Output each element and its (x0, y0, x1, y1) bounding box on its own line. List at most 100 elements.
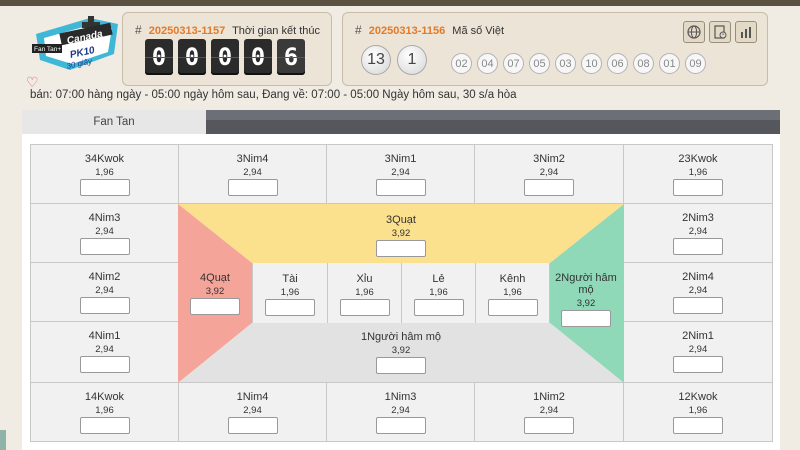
bet-cell[interactable]: 3Nim1 2,94 (326, 144, 475, 204)
bet-odds: 3,92 (205, 286, 225, 297)
countdown-digit: 6 (277, 39, 305, 75)
result-ball: 07 (503, 53, 524, 74)
hash-icon: # (135, 23, 142, 37)
bet-cell[interactable]: 1Nim3 2,94 (326, 382, 475, 442)
bet-amount-input[interactable] (673, 356, 723, 373)
bet-cell[interactable]: Lẻ 1,96 (401, 263, 475, 323)
bet-cell[interactable]: 4Nim1 2,94 (30, 321, 179, 383)
zone-left[interactable]: 4Quạt 3,92 (182, 272, 248, 315)
bet-amount-input[interactable] (190, 298, 240, 315)
bet-amount-input[interactable] (79, 238, 130, 255)
bet-cell[interactable]: 23Kwok 1,96 (623, 144, 773, 204)
canada-pk10-logo: Canada Fan Tan+ PK10 30 giây (32, 16, 118, 71)
side-handle (0, 430, 6, 450)
bet-odds: 1,96 (688, 405, 708, 416)
bet-name: 1Nim3 (384, 391, 417, 403)
bet-amount-input[interactable] (673, 417, 723, 434)
bet-amount-input[interactable] (227, 417, 278, 434)
bet-odds: 2,94 (688, 285, 708, 296)
bet-amount-input[interactable] (376, 357, 426, 374)
bet-cell[interactable]: 34Kwok 1,96 (30, 144, 179, 204)
tab-bar: Fan Tan (22, 110, 780, 134)
bet-amount-input[interactable] (79, 297, 130, 314)
countdown-digit: 0 (178, 39, 206, 75)
header: Canada Fan Tan+ PK10 30 giây ♡ # 2025031… (0, 6, 800, 90)
bet-odds: 2,94 (391, 167, 410, 178)
bet-odds: 2,94 (688, 226, 708, 237)
bet-amount-input[interactable] (227, 179, 278, 196)
countdown-digit: 0 (145, 39, 173, 75)
bet-cell[interactable]: 4Nim3 2,94 (30, 203, 179, 263)
betting-board: 34Kwok 1,96 3Nim4 2,94 3Nim1 2,94 3Nim2 … (22, 134, 780, 450)
bet-amount-input[interactable] (673, 238, 723, 255)
bet-name: 2Nim1 (682, 330, 714, 342)
result-ball: 09 (685, 53, 706, 74)
bet-odds: 2,94 (95, 344, 114, 355)
bet-cell[interactable]: 2Nim3 2,94 (623, 203, 773, 263)
bet-amount-input[interactable] (79, 179, 130, 196)
bet-amount-input[interactable] (673, 297, 723, 314)
bet-odds: 3,92 (391, 228, 411, 239)
bet-amount-input[interactable] (487, 299, 538, 316)
bet-cell[interactable]: Xỉu 1,96 (327, 263, 401, 323)
bet-odds: 2,94 (95, 226, 114, 237)
bet-cell[interactable]: 1Nim2 2,94 (474, 382, 624, 442)
bet-amount-input[interactable] (79, 417, 130, 434)
bet-cell[interactable]: 14Kwok 1,96 (30, 382, 179, 442)
globe-icon[interactable] (683, 21, 705, 43)
bet-name: 23Kwok (678, 153, 718, 165)
zone-top[interactable]: 3Quạt 3,92 (326, 214, 476, 257)
result-ball: 10 (581, 53, 602, 74)
bet-amount-input[interactable] (79, 356, 130, 373)
bet-name: 2Nim3 (682, 212, 714, 224)
bet-cell[interactable]: 3Nim4 2,94 (178, 144, 327, 204)
chart-icon[interactable] (735, 21, 757, 43)
bet-name: 3Nim4 (236, 153, 269, 165)
bet-odds: 2,94 (243, 167, 262, 178)
bet-amount-input[interactable] (561, 310, 611, 327)
bet-cell[interactable]: Tài 1,96 (252, 263, 327, 323)
bet-cell[interactable]: 1Nim4 2,94 (178, 382, 327, 442)
bet-amount-input[interactable] (413, 299, 464, 316)
countdown-digit: 0 (211, 39, 239, 75)
bet-amount-input[interactable] (376, 240, 426, 257)
bet-cell[interactable]: Kênh 1,96 (475, 263, 550, 323)
bet-name: Xỉu (356, 273, 373, 285)
bet-name: Kênh (499, 273, 526, 285)
tab-fan-tan[interactable]: Fan Tan (22, 110, 206, 134)
bet-amount-input[interactable] (524, 417, 574, 434)
countdown-digit: 0 (244, 39, 272, 75)
bet-cell[interactable]: 2Nim4 2,94 (623, 262, 773, 322)
bet-cell[interactable]: 12Kwok 1,96 (623, 382, 773, 442)
bet-odds: 3,92 (391, 345, 411, 356)
bet-name: 2Người hâm mộ (555, 272, 617, 296)
bet-odds: 1,96 (503, 287, 522, 298)
bet-name: 14Kwok (84, 391, 125, 403)
bet-name: 4Quạt (200, 272, 230, 284)
zone-right[interactable]: 2Người hâm mộ 3,92 (552, 272, 620, 327)
bet-name: Lẻ (432, 273, 445, 285)
bet-amount-input[interactable] (265, 299, 315, 316)
bet-amount-input[interactable] (339, 299, 390, 316)
bet-cell[interactable]: 3Nim2 2,94 (474, 144, 624, 204)
zone-bottom[interactable]: 1Người hâm mộ 3,92 (326, 331, 476, 374)
countdown-digits: 0 0 0 0 6 (145, 39, 305, 75)
bet-cell[interactable]: 2Nim1 2,94 (623, 321, 773, 383)
svg-text:Fan Tan+: Fan Tan+ (34, 46, 61, 53)
result-ball: 02 (451, 53, 472, 74)
hash-icon: # (355, 23, 362, 37)
bet-amount-input[interactable] (673, 179, 723, 196)
countdown-label: Thời gian kết thúc (232, 25, 321, 37)
bet-amount-input[interactable] (524, 179, 574, 196)
bet-amount-input[interactable] (375, 179, 426, 196)
bet-name: 2Nim4 (682, 271, 714, 283)
bet-odds: 1,96 (429, 287, 448, 298)
bet-name: 12Kwok (678, 391, 718, 403)
bet-name: 4Nim3 (88, 212, 121, 224)
report-icon[interactable] (709, 21, 731, 43)
result-ball: 04 (477, 53, 498, 74)
bet-amount-input[interactable] (375, 417, 426, 434)
bet-cell[interactable]: 4Nim2 2,94 (30, 262, 179, 322)
bet-odds: 1,96 (688, 167, 708, 178)
bet-odds: 1,96 (280, 287, 300, 298)
